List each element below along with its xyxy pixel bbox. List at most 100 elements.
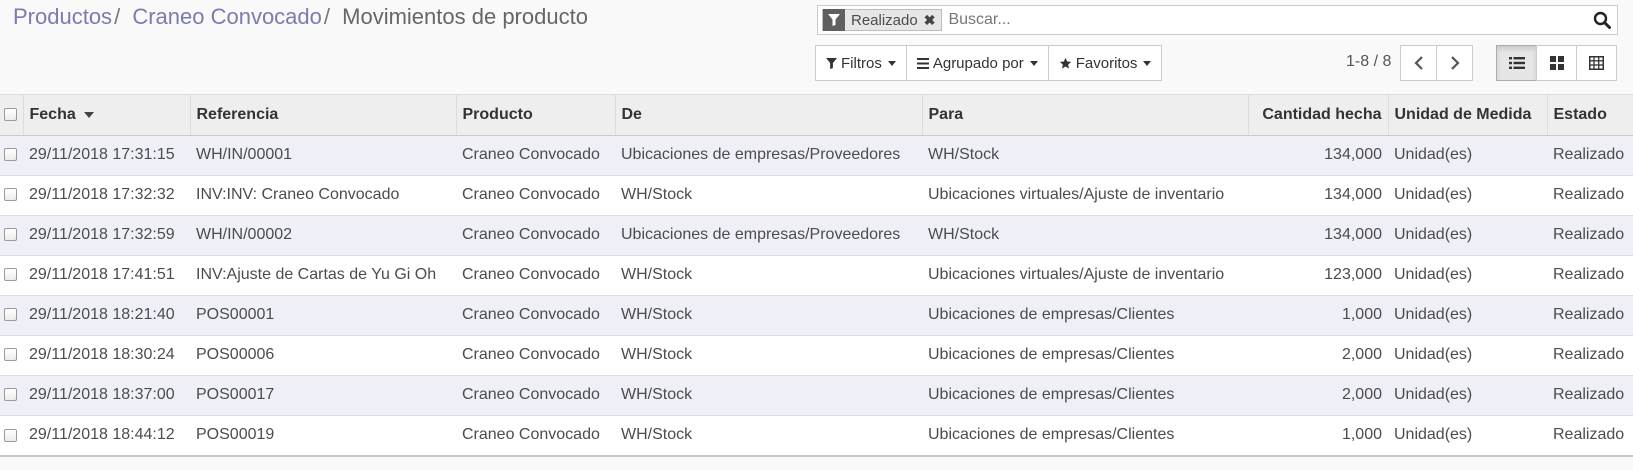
pager-previous-button[interactable] (1400, 45, 1437, 81)
table-row[interactable]: 29/11/2018 18:44:12 POS00019 Craneo Convoc… (0, 414, 1633, 455)
select-all-checkbox[interactable] (4, 108, 17, 122)
star-icon (1059, 57, 1072, 70)
search-icon[interactable] (1587, 6, 1617, 34)
table-bottom-border (0, 455, 1633, 457)
cell-referencia: POS00001 (190, 294, 456, 335)
pivot-view-icon (1589, 56, 1604, 70)
page-title: Movimientos de producto (342, 4, 588, 29)
cell-para: Ubicaciones de empresas/Clientes (922, 294, 1248, 335)
cell-cantidad-hecha: 2,000 (1248, 374, 1388, 415)
filter-icon (826, 57, 837, 69)
column-header-de[interactable]: De (614, 95, 922, 136)
cell-de: WH/Stock (615, 174, 922, 215)
row-checkbox[interactable] (4, 148, 17, 162)
row-checkbox-cell[interactable] (0, 294, 23, 335)
cell-producto: Craneo Convocado (456, 414, 615, 455)
row-checkbox-cell[interactable] (0, 374, 23, 415)
row-checkbox[interactable] (4, 228, 17, 242)
cell-cantidad-hecha: 1,000 (1248, 294, 1388, 335)
row-checkbox[interactable] (4, 348, 17, 362)
cell-fecha: 29/11/2018 17:32:59 (23, 214, 190, 255)
row-checkbox-cell[interactable] (0, 214, 23, 255)
row-checkbox-cell[interactable] (0, 174, 23, 215)
cell-para: Ubicaciones virtuales/Ajuste de inventar… (922, 254, 1248, 295)
column-label: Fecha (29, 105, 76, 123)
row-checkbox[interactable] (4, 388, 17, 402)
row-checkbox[interactable] (4, 268, 17, 282)
cell-referencia: POS00006 (190, 334, 456, 375)
table-row[interactable]: 29/11/2018 17:41:51 INV:Ajuste de Cartas … (0, 254, 1633, 295)
filters-label: Filtros (841, 54, 882, 72)
list-view-button[interactable] (1496, 45, 1537, 81)
pager-value[interactable]: 1-8 / 8 (1346, 53, 1391, 71)
pager-next-button[interactable] (1436, 45, 1473, 81)
group-by-button[interactable]: Agrupado por (905, 45, 1049, 81)
search-facet-realizado[interactable]: Realizado ✖ (822, 9, 943, 31)
cell-unidad-de-medida: Unidad(es) (1388, 294, 1547, 335)
table-row[interactable]: 29/11/2018 18:30:24 POS00006 Craneo Convoc… (0, 334, 1633, 375)
table-row[interactable]: 29/11/2018 18:37:00 POS00017 Craneo Convoc… (0, 374, 1633, 415)
cell-cantidad-hecha: 123,000 (1248, 254, 1388, 295)
table-row[interactable]: 29/11/2018 18:21:40 POS00001 Craneo Convoc… (0, 294, 1633, 335)
caret-down-icon (887, 60, 896, 66)
column-label: Estado (1553, 105, 1607, 123)
column-header-estado[interactable]: Estado (1546, 95, 1633, 136)
cell-producto: Craneo Convocado (456, 374, 615, 415)
search-options: Filtros Agrupado por Favoritos (815, 45, 1163, 81)
table-row[interactable]: 29/11/2018 17:32:59 WH/IN/00002 Craneo Con… (0, 214, 1633, 255)
cell-fecha: 29/11/2018 18:37:00 (23, 374, 190, 415)
cell-unidad-de-medida: Unidad(es) (1388, 414, 1547, 455)
row-checkbox[interactable] (4, 428, 17, 442)
row-checkbox[interactable] (4, 188, 17, 202)
cell-estado: Realizado (1547, 134, 1633, 175)
pivot-view-button[interactable] (1576, 45, 1617, 81)
table-row[interactable]: 29/11/2018 17:31:15 WH/IN/00001 Craneo Con… (0, 134, 1633, 175)
row-checkbox-cell[interactable] (0, 134, 23, 175)
column-header-fecha[interactable]: Fecha (22, 95, 190, 136)
cell-estado: Realizado (1547, 294, 1633, 335)
column-header-referencia[interactable]: Referencia (189, 95, 456, 136)
cell-unidad-de-medida: Unidad(es) (1388, 334, 1547, 375)
column-header-para[interactable]: Para (921, 95, 1248, 136)
column-header-producto[interactable]: Producto (455, 95, 615, 136)
column-header-cantidad-hecha[interactable]: Cantidad hecha (1247, 95, 1388, 136)
cell-cantidad-hecha: 134,000 (1248, 174, 1388, 215)
facet-remove-icon[interactable]: ✖ (922, 12, 942, 29)
row-checkbox-cell[interactable] (0, 334, 23, 375)
cell-fecha: 29/11/2018 17:32:32 (23, 174, 190, 215)
cell-referencia: INV:INV: Craneo Convocado (190, 174, 456, 215)
cell-cantidad-hecha: 134,000 (1248, 134, 1388, 175)
column-label: Cantidad hecha (1262, 105, 1382, 123)
filters-button[interactable]: Filtros (815, 45, 907, 81)
breadcrumb-item-product[interactable]: Craneo Convocado (132, 4, 322, 29)
cell-para: WH/Stock (922, 214, 1248, 255)
favorites-button[interactable]: Favoritos (1047, 45, 1163, 81)
cell-unidad-de-medida: Unidad(es) (1388, 214, 1547, 255)
table-row[interactable]: 29/11/2018 17:32:32 INV:INV: Craneo Convo… (0, 174, 1633, 215)
kanban-view-button[interactable] (1536, 45, 1577, 81)
breadcrumb-item-productos[interactable]: Productos (13, 4, 112, 29)
search-input[interactable] (942, 7, 1587, 33)
cell-de: Ubicaciones de empresas/Proveedores (615, 214, 922, 255)
table-body: 29/11/2018 17:31:15 WH/IN/00001 Craneo Con… (0, 134, 1633, 455)
row-checkbox-cell[interactable] (0, 254, 23, 295)
search-bar: Realizado ✖ (817, 5, 1618, 35)
column-header-unidad-de-medida[interactable]: Unidad de Medida (1387, 95, 1547, 136)
cell-cantidad-hecha: 1,000 (1248, 414, 1388, 455)
cell-fecha: 29/11/2018 17:31:15 (23, 134, 190, 175)
cell-producto: Craneo Convocado (456, 134, 615, 175)
cell-estado: Realizado (1547, 414, 1633, 455)
cell-unidad-de-medida: Unidad(es) (1388, 174, 1547, 215)
column-label: Referencia (196, 105, 279, 123)
stock-moves-table: Fecha Referencia Producto De Para Cantid… (0, 95, 1633, 455)
cell-producto: Craneo Convocado (456, 334, 615, 375)
cell-producto: Craneo Convocado (456, 214, 615, 255)
caret-down-icon (1143, 60, 1152, 66)
cell-de: WH/Stock (615, 334, 922, 375)
cell-unidad-de-medida: Unidad(es) (1388, 134, 1547, 175)
cell-de: WH/Stock (615, 374, 922, 415)
favorites-label: Favoritos (1075, 54, 1138, 72)
row-checkbox-cell[interactable] (0, 414, 23, 455)
row-checkbox[interactable] (4, 308, 17, 322)
select-all-checkbox-cell[interactable] (0, 95, 23, 136)
